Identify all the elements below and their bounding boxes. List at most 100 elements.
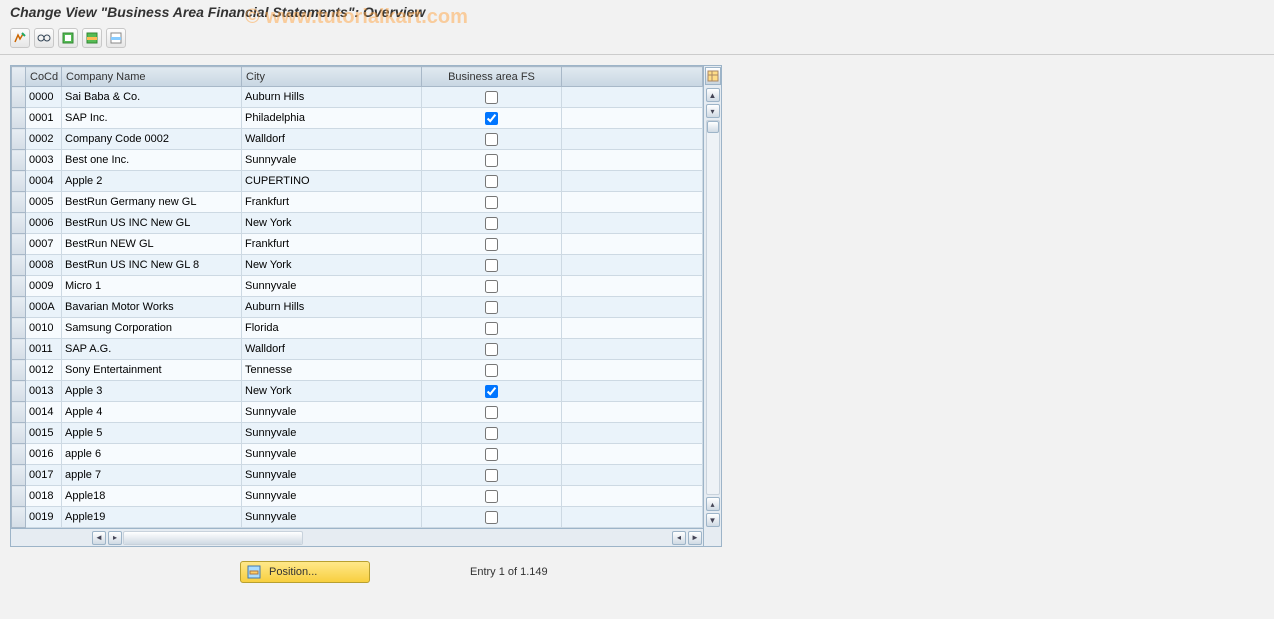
business-area-fs-checkbox[interactable] bbox=[485, 238, 498, 251]
cell-city[interactable]: New York bbox=[242, 213, 422, 234]
cell-business-area-fs[interactable] bbox=[422, 507, 562, 528]
table-row[interactable]: 0010Samsung CorporationFlorida bbox=[12, 318, 703, 339]
cell-cocd[interactable]: 0018 bbox=[26, 486, 62, 507]
business-area-fs-checkbox[interactable] bbox=[485, 112, 498, 125]
scroll-right-button[interactable]: ► bbox=[688, 531, 702, 545]
cell-cocd[interactable]: 0002 bbox=[26, 129, 62, 150]
table-row[interactable]: 0002Company Code 0002Walldorf bbox=[12, 129, 703, 150]
table-row[interactable]: 0012Sony EntertainmentTennesse bbox=[12, 360, 703, 381]
row-selector[interactable] bbox=[12, 213, 26, 234]
business-area-fs-checkbox[interactable] bbox=[485, 175, 498, 188]
cell-cocd[interactable]: 0019 bbox=[26, 507, 62, 528]
cell-cocd[interactable]: 0011 bbox=[26, 339, 62, 360]
cell-city[interactable]: Walldorf bbox=[242, 339, 422, 360]
scroll-col-left-button[interactable]: ▸ bbox=[108, 531, 122, 545]
business-area-fs-checkbox[interactable] bbox=[485, 133, 498, 146]
cell-city[interactable]: CUPERTINO bbox=[242, 171, 422, 192]
cell-business-area-fs[interactable] bbox=[422, 192, 562, 213]
cell-company-name[interactable]: BestRun US INC New GL 8 bbox=[62, 255, 242, 276]
cell-city[interactable]: Philadelphia bbox=[242, 108, 422, 129]
table-row[interactable]: 0015Apple 5Sunnyvale bbox=[12, 423, 703, 444]
cell-business-area-fs[interactable] bbox=[422, 87, 562, 108]
cell-cocd[interactable]: 0009 bbox=[26, 276, 62, 297]
cell-city[interactable]: New York bbox=[242, 255, 422, 276]
cell-city[interactable]: Frankfurt bbox=[242, 234, 422, 255]
cell-cocd[interactable]: 0004 bbox=[26, 171, 62, 192]
table-row[interactable]: 0018Apple18Sunnyvale bbox=[12, 486, 703, 507]
cell-business-area-fs[interactable] bbox=[422, 465, 562, 486]
cell-company-name[interactable]: SAP Inc. bbox=[62, 108, 242, 129]
scroll-col-right-button[interactable]: ◂ bbox=[672, 531, 686, 545]
business-area-fs-checkbox[interactable] bbox=[485, 196, 498, 209]
scroll-row-down-button[interactable]: ▴ bbox=[706, 497, 720, 511]
cell-cocd[interactable]: 0016 bbox=[26, 444, 62, 465]
other-view-button[interactable] bbox=[34, 28, 54, 48]
table-row[interactable]: 0014Apple 4Sunnyvale bbox=[12, 402, 703, 423]
cell-business-area-fs[interactable] bbox=[422, 360, 562, 381]
table-settings-button[interactable] bbox=[705, 67, 721, 85]
business-area-fs-checkbox[interactable] bbox=[485, 490, 498, 503]
table-row[interactable]: 000ABavarian Motor WorksAuburn Hills bbox=[12, 297, 703, 318]
table-row[interactable]: 0011SAP A.G.Walldorf bbox=[12, 339, 703, 360]
table-row[interactable]: 0006BestRun US INC New GLNew York bbox=[12, 213, 703, 234]
business-area-fs-checkbox[interactable] bbox=[485, 448, 498, 461]
row-selector[interactable] bbox=[12, 255, 26, 276]
business-area-fs-checkbox[interactable] bbox=[485, 469, 498, 482]
cell-city[interactable]: New York bbox=[242, 381, 422, 402]
cell-cocd[interactable]: 0005 bbox=[26, 192, 62, 213]
cell-business-area-fs[interactable] bbox=[422, 318, 562, 339]
cell-business-area-fs[interactable] bbox=[422, 129, 562, 150]
row-selector[interactable] bbox=[12, 507, 26, 528]
cell-business-area-fs[interactable] bbox=[422, 276, 562, 297]
scroll-up-button[interactable]: ▲ bbox=[706, 88, 720, 102]
row-selector[interactable] bbox=[12, 381, 26, 402]
row-selector[interactable] bbox=[12, 339, 26, 360]
cell-city[interactable]: Walldorf bbox=[242, 129, 422, 150]
table-row[interactable]: 0000Sai Baba & Co.Auburn Hills bbox=[12, 87, 703, 108]
row-selector[interactable] bbox=[12, 276, 26, 297]
table-row[interactable]: 0003Best one Inc.Sunnyvale bbox=[12, 150, 703, 171]
row-selector[interactable] bbox=[12, 318, 26, 339]
cell-business-area-fs[interactable] bbox=[422, 444, 562, 465]
cell-cocd[interactable]: 0006 bbox=[26, 213, 62, 234]
business-area-fs-checkbox[interactable] bbox=[485, 343, 498, 356]
table-row[interactable]: 0009Micro 1Sunnyvale bbox=[12, 276, 703, 297]
row-selector[interactable] bbox=[12, 444, 26, 465]
cell-company-name[interactable]: Company Code 0002 bbox=[62, 129, 242, 150]
cell-cocd[interactable]: 0012 bbox=[26, 360, 62, 381]
cell-city[interactable]: Sunnyvale bbox=[242, 423, 422, 444]
cell-cocd[interactable]: 0017 bbox=[26, 465, 62, 486]
cell-company-name[interactable]: Micro 1 bbox=[62, 276, 242, 297]
cell-business-area-fs[interactable] bbox=[422, 423, 562, 444]
cell-cocd[interactable]: 0003 bbox=[26, 150, 62, 171]
table-row[interactable]: 0017apple 7Sunnyvale bbox=[12, 465, 703, 486]
business-area-fs-checkbox[interactable] bbox=[485, 385, 498, 398]
cell-city[interactable]: Sunnyvale bbox=[242, 486, 422, 507]
column-header-business-area-fs[interactable]: Business area FS bbox=[422, 67, 562, 87]
toggle-display-change-button[interactable] bbox=[10, 28, 30, 48]
cell-company-name[interactable]: BestRun NEW GL bbox=[62, 234, 242, 255]
v-scroll-track[interactable] bbox=[706, 120, 720, 495]
cell-city[interactable]: Sunnyvale bbox=[242, 444, 422, 465]
row-selector[interactable] bbox=[12, 297, 26, 318]
row-selector[interactable] bbox=[12, 192, 26, 213]
business-area-fs-checkbox[interactable] bbox=[485, 91, 498, 104]
row-selector[interactable] bbox=[12, 234, 26, 255]
business-area-fs-checkbox[interactable] bbox=[485, 217, 498, 230]
select-all-button[interactable] bbox=[58, 28, 78, 48]
row-selector[interactable] bbox=[12, 423, 26, 444]
select-block-button[interactable] bbox=[82, 28, 102, 48]
cell-cocd[interactable]: 0013 bbox=[26, 381, 62, 402]
cell-company-name[interactable]: Apple 2 bbox=[62, 171, 242, 192]
business-area-fs-checkbox[interactable] bbox=[485, 322, 498, 335]
row-selector[interactable] bbox=[12, 465, 26, 486]
business-area-fs-checkbox[interactable] bbox=[485, 511, 498, 524]
business-area-fs-checkbox[interactable] bbox=[485, 154, 498, 167]
cell-city[interactable]: Auburn Hills bbox=[242, 87, 422, 108]
cell-city[interactable]: Sunnyvale bbox=[242, 465, 422, 486]
cell-city[interactable]: Sunnyvale bbox=[242, 150, 422, 171]
h-scroll-thumb[interactable] bbox=[124, 532, 302, 544]
table-row[interactable]: 0013Apple 3New York bbox=[12, 381, 703, 402]
business-area-fs-checkbox[interactable] bbox=[485, 427, 498, 440]
deselect-all-button[interactable] bbox=[106, 28, 126, 48]
